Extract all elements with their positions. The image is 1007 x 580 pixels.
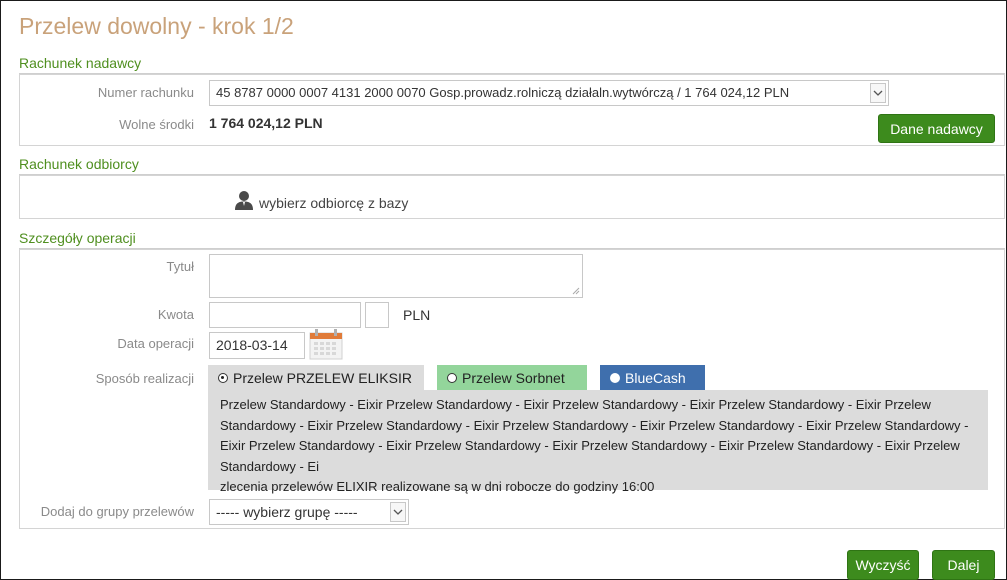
date-input-value: 2018-03-14 xyxy=(216,337,288,353)
method-description-box: Przelew Standardowy - Eixir Przelew Stan… xyxy=(208,390,988,494)
transfer-form-window: Przelew dowolny - krok 1/2 Rachunek nada… xyxy=(0,0,1007,580)
account-select[interactable]: 45 8787 0000 0007 4131 2000 0070 Gosp.pr… xyxy=(209,80,889,106)
chevron-down-icon xyxy=(390,502,406,522)
group-select-value: ----- wybierz grupę ----- xyxy=(216,504,358,520)
method-bluecash-label: BlueCash xyxy=(625,370,686,386)
account-number-label: Numer rachunku xyxy=(97,85,194,100)
resize-handle-icon xyxy=(572,287,580,295)
sender-details-button[interactable]: Dane nadawcy xyxy=(878,114,995,143)
choose-recipient-label: wybierz odbiorcę z bazy xyxy=(259,195,409,211)
amount-cents-input[interactable] xyxy=(365,302,389,328)
title-textarea[interactable] xyxy=(209,254,583,298)
group-label: Dodaj do grupy przelewów xyxy=(40,504,194,519)
method-description-text: Przelew Standardowy - Eixir Przelew Stan… xyxy=(220,397,969,474)
date-input[interactable]: 2018-03-14 xyxy=(209,332,305,359)
method-bluecash-option[interactable]: BlueCash xyxy=(600,365,705,391)
date-label: Data operacji xyxy=(117,336,194,351)
available-funds-value: 1 764 024,12 PLN xyxy=(209,115,323,131)
radio-eliksir-icon xyxy=(218,373,228,383)
sender-section-title: Rachunek nadawcy xyxy=(19,55,142,71)
choose-recipient-link[interactable]: wybierz odbiorcę z bazy xyxy=(233,189,408,211)
radio-sorbnet-icon xyxy=(447,373,457,383)
method-sorbnet-option[interactable]: Przelew Sorbnet xyxy=(437,365,587,391)
method-sorbnet-label: Przelew Sorbnet xyxy=(462,370,565,386)
group-select[interactable]: ----- wybierz grupę ----- xyxy=(209,499,409,525)
next-button[interactable]: Dalej xyxy=(932,550,995,580)
account-select-value: 45 8787 0000 0007 4131 2000 0070 Gosp.pr… xyxy=(216,85,790,100)
currency-label: PLN xyxy=(403,307,431,323)
user-icon xyxy=(233,189,255,211)
method-eliksir-label: Przelew PRZELEW ELIKSIR xyxy=(233,370,412,386)
chevron-down-icon xyxy=(870,83,886,103)
radio-bluecash-icon xyxy=(610,373,620,383)
recipient-panel xyxy=(19,175,1005,219)
amount-input[interactable] xyxy=(209,302,361,328)
amount-label: Kwota xyxy=(157,307,194,322)
operation-section-title: Szczegóły operacji xyxy=(19,230,136,246)
recipient-section-title: Rachunek odbiorcy xyxy=(19,156,139,172)
method-eliksir-option[interactable]: Przelew PRZELEW ELIKSIR xyxy=(208,365,424,391)
method-note-text: zlecenia przelewów ELIXIR realizowane są… xyxy=(220,479,655,494)
method-label: Sposób realizacji xyxy=(95,371,194,386)
clear-button[interactable]: Wyczyść xyxy=(847,550,919,580)
title-label: Tytuł xyxy=(166,259,194,274)
available-funds-label: Wolne środki xyxy=(119,117,194,132)
calendar-icon[interactable] xyxy=(309,328,343,365)
page-title: Przelew dowolny - krok 1/2 xyxy=(19,13,294,39)
